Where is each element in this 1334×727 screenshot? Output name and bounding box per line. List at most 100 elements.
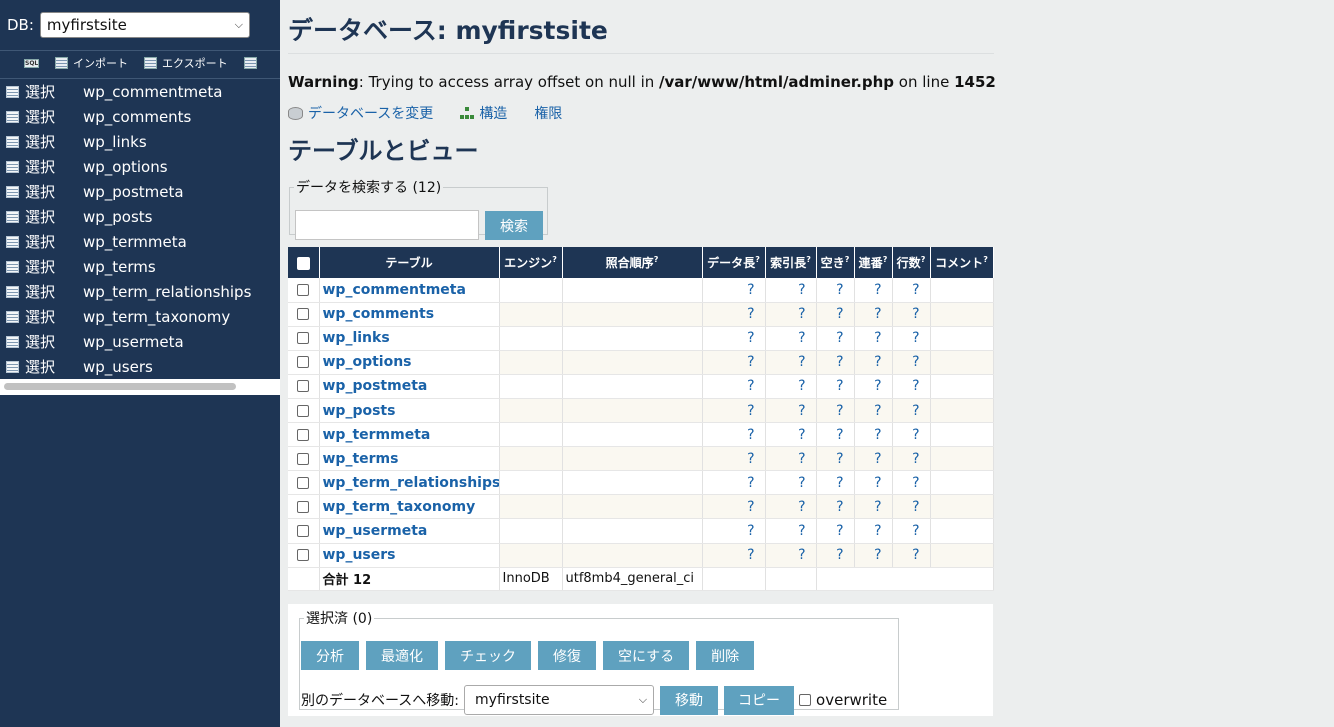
sidebar-scrollbar[interactable] (0, 379, 280, 395)
auto-increment-link[interactable]: ? (854, 446, 893, 472)
table-name-link[interactable]: wp_usermeta (323, 523, 428, 539)
sidebar-table-link[interactable]: wp_links (83, 133, 147, 151)
privileges-link[interactable]: 権限 (534, 103, 562, 123)
sidebar-table-link[interactable]: wp_users (83, 358, 153, 376)
table-name-link[interactable]: wp_commentmeta (323, 282, 466, 298)
table-icon[interactable] (6, 360, 19, 373)
rows-link[interactable]: ? (892, 302, 931, 327)
sidebar-table-link[interactable]: wp_comments (83, 108, 191, 126)
sidebar-table-link[interactable]: wp_postmeta (83, 183, 184, 201)
auto-increment-link[interactable]: ? (854, 278, 893, 303)
table-name-link[interactable]: wp_comments (323, 306, 435, 322)
help-icon[interactable]: ? (845, 255, 850, 264)
row-checkbox[interactable] (297, 452, 310, 465)
help-icon[interactable]: ? (552, 255, 557, 264)
index-length-link[interactable]: ? (765, 543, 817, 568)
row-checkbox[interactable] (297, 404, 310, 417)
structure-link[interactable]: 構造 (460, 103, 507, 123)
table-icon[interactable] (6, 285, 19, 298)
auto-increment-link[interactable]: ? (854, 302, 893, 327)
sidebar-table-link[interactable]: wp_term_taxonomy (83, 308, 230, 326)
data-length-link[interactable]: ? (702, 470, 766, 496)
header-engine[interactable]: エンジン? (499, 247, 563, 278)
check-button[interactable]: チェック (445, 641, 531, 670)
header-comment[interactable]: コメント? (930, 247, 994, 278)
help-icon[interactable]: ? (983, 255, 988, 264)
move-button[interactable]: 移動 (660, 685, 719, 715)
rows-link[interactable]: ? (892, 494, 931, 520)
data-length-link[interactable]: ? (702, 278, 766, 303)
target-db-select[interactable]: myfirstsite ⌵ (464, 685, 655, 715)
analyze-button[interactable]: 分析 (301, 641, 359, 670)
select-all-checkbox[interactable] (296, 256, 310, 270)
index-length-link[interactable]: ? (765, 302, 817, 327)
import-link[interactable]: インポート (55, 55, 128, 71)
data-length-link[interactable]: ? (702, 518, 766, 544)
row-checkbox[interactable] (297, 380, 310, 393)
table-icon[interactable] (6, 85, 19, 98)
row-checkbox[interactable] (297, 308, 310, 321)
sidebar-select-link[interactable]: 選択 (25, 331, 83, 352)
sidebar-select-link[interactable]: 選択 (25, 356, 83, 377)
table-icon[interactable] (6, 160, 19, 173)
help-icon[interactable]: ? (806, 255, 811, 264)
row-checkbox[interactable] (297, 549, 310, 562)
table-icon[interactable] (6, 335, 19, 348)
sidebar-table-link[interactable]: wp_options (83, 158, 168, 176)
auto-increment-link[interactable]: ? (854, 374, 893, 399)
create-table-link[interactable] (243, 57, 257, 69)
data-free-link[interactable]: ? (816, 374, 855, 399)
table-name-link[interactable]: wp_postmeta (323, 378, 428, 394)
table-name-link[interactable]: wp_links (323, 330, 390, 346)
index-length-link[interactable]: ? (765, 518, 817, 544)
optimize-button[interactable]: 最適化 (366, 641, 438, 670)
sidebar-select-link[interactable]: 選択 (25, 206, 83, 227)
search-input[interactable] (295, 210, 479, 240)
export-link[interactable]: エクスポート (144, 55, 228, 71)
row-checkbox[interactable] (297, 500, 310, 513)
data-length-link[interactable]: ? (702, 302, 766, 327)
sidebar-select-link[interactable]: 選択 (25, 156, 83, 177)
sidebar-table-link[interactable]: wp_usermeta (83, 333, 184, 351)
data-length-link[interactable]: ? (702, 350, 766, 375)
row-checkbox[interactable] (297, 283, 310, 296)
auto-increment-link[interactable]: ? (854, 518, 893, 544)
row-checkbox[interactable] (297, 428, 310, 441)
data-length-link[interactable]: ? (702, 494, 766, 520)
sidebar-table-link[interactable]: wp_termmeta (83, 233, 187, 251)
data-free-link[interactable]: ? (816, 518, 855, 544)
table-name-link[interactable]: wp_options (323, 354, 412, 370)
row-checkbox[interactable] (297, 476, 310, 489)
sidebar-table-link[interactable]: wp_terms (83, 258, 156, 276)
data-length-link[interactable]: ? (702, 446, 766, 472)
overwrite-option[interactable]: overwrite (799, 691, 887, 709)
copy-button[interactable]: コピー (724, 685, 795, 715)
table-icon[interactable] (6, 135, 19, 148)
rows-link[interactable]: ? (892, 518, 931, 544)
auto-increment-link[interactable]: ? (854, 398, 893, 424)
index-length-link[interactable]: ? (765, 446, 817, 472)
rows-link[interactable]: ? (892, 398, 931, 424)
data-free-link[interactable]: ? (816, 302, 855, 327)
data-free-link[interactable]: ? (816, 398, 855, 424)
rows-link[interactable]: ? (892, 446, 931, 472)
data-length-link[interactable]: ? (702, 398, 766, 424)
db-select[interactable]: myfirstsite ⌵ (39, 12, 250, 38)
rows-link[interactable]: ? (892, 350, 931, 375)
data-free-link[interactable]: ? (816, 326, 855, 351)
index-length-link[interactable]: ? (765, 494, 817, 520)
index-length-link[interactable]: ? (765, 470, 817, 496)
sql-command-link[interactable]: SQL (24, 58, 39, 68)
auto-increment-link[interactable]: ? (854, 494, 893, 520)
rows-link[interactable]: ? (892, 422, 931, 448)
row-checkbox[interactable] (297, 356, 310, 369)
table-icon[interactable] (6, 310, 19, 323)
index-length-link[interactable]: ? (765, 278, 817, 303)
sidebar-select-link[interactable]: 選択 (25, 181, 83, 202)
table-name-link[interactable]: wp_terms (323, 451, 399, 467)
header-rows[interactable]: 行数? (892, 247, 931, 278)
scrollbar-thumb[interactable] (4, 383, 236, 390)
alter-database-link[interactable]: データベースを変更 (288, 103, 433, 123)
table-icon[interactable] (6, 185, 19, 198)
rows-link[interactable]: ? (892, 278, 931, 303)
